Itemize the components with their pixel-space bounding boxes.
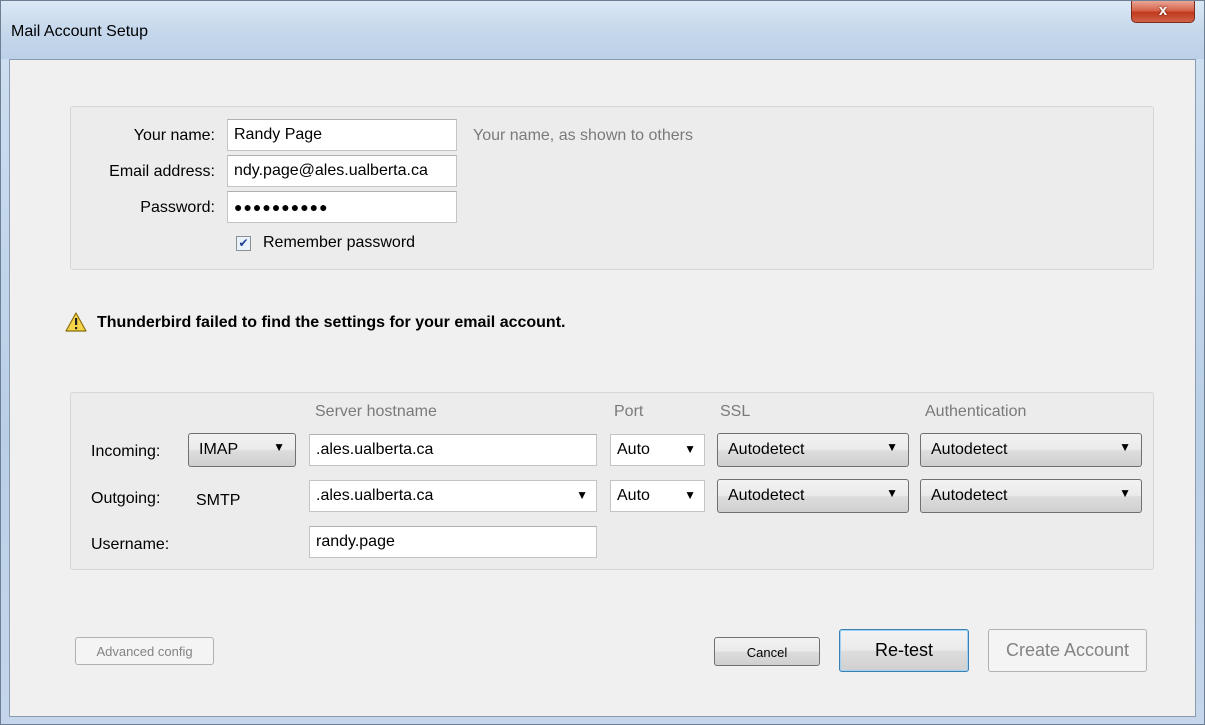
incoming-protocol-dropdown[interactable]: IMAP ▼ [188,433,296,467]
title-bar[interactable]: Mail Account Setup x [1,1,1204,59]
identity-group: Your name: Randy Page Your name, as show… [70,106,1154,270]
create-account-button[interactable]: Create Account [988,629,1147,672]
outgoing-protocol: SMTP [196,492,241,509]
outgoing-label: Outgoing: [91,490,161,507]
warning-icon [65,312,87,332]
chevron-down-icon: ▼ [1119,440,1131,454]
chevron-down-icon: ▼ [886,440,898,454]
outgoing-auth-dropdown[interactable]: Autodetect ▼ [920,479,1142,513]
header-authentication: Authentication [925,403,1027,420]
chevron-down-icon: ▼ [684,442,696,456]
chevron-down-icon: ▼ [684,488,696,502]
your-name-label: Your name: [133,127,215,144]
incoming-auth-dropdown[interactable]: Autodetect ▼ [920,433,1142,467]
username-label: Username: [91,536,170,553]
advanced-config-button[interactable]: Advanced config [75,637,214,665]
chevron-down-icon: ▼ [1119,486,1131,500]
email-address-label: Email address: [109,163,215,180]
incoming-auth-value: Autodetect [931,441,1008,458]
outgoing-port-value: Auto [617,487,650,504]
outgoing-hostname-combo[interactable]: .ales.ualberta.ca ▼ [309,480,597,512]
incoming-hostname-field[interactable]: .ales.ualberta.ca [309,434,597,466]
retest-button[interactable]: Re-test [839,629,969,672]
dialog-body: Your name: Randy Page Your name, as show… [9,59,1196,717]
warning-message: Thunderbird failed to find the settings … [97,314,566,331]
incoming-port-value: Auto [617,441,650,458]
header-ssl: SSL [720,403,751,420]
chevron-down-icon: ▼ [273,440,285,454]
password-field[interactable]: ●●●●●●●●●● [227,191,457,223]
chevron-down-icon: ▼ [886,486,898,500]
outgoing-ssl-value: Autodetect [728,487,805,504]
incoming-label: Incoming: [91,443,161,460]
outgoing-hostname-value: .ales.ualberta.ca [316,487,434,504]
mail-account-setup-window: Mail Account Setup x Your name: Randy Pa… [0,0,1205,725]
incoming-protocol-value: IMAP [199,441,239,458]
window-title: Mail Account Setup [11,23,148,40]
server-settings-group: Server hostname Port SSL Authentication … [70,392,1154,570]
incoming-ssl-value: Autodetect [728,441,805,458]
email-address-field[interactable]: ndy.page@ales.ualberta.ca [227,155,457,187]
your-name-field[interactable]: Randy Page [227,119,457,151]
chevron-down-icon: ▼ [576,488,588,502]
header-port: Port [614,403,644,420]
outgoing-port-combo[interactable]: Auto ▼ [610,480,705,512]
outgoing-ssl-dropdown[interactable]: Autodetect ▼ [717,479,909,513]
remember-password-label[interactable]: Remember password [263,234,415,252]
header-server-hostname: Server hostname [315,403,437,420]
outgoing-auth-value: Autodetect [931,487,1008,504]
remember-password-checkbox[interactable]: ✔ [236,236,251,251]
password-label: Password: [140,199,215,216]
your-name-hint: Your name, as shown to others [473,127,693,144]
cancel-button[interactable]: Cancel [714,637,820,666]
checkmark-icon: ✔ [238,236,249,250]
incoming-ssl-dropdown[interactable]: Autodetect ▼ [717,433,909,467]
close-button[interactable]: x [1131,1,1195,23]
username-field[interactable]: randy.page [309,526,597,558]
incoming-port-combo[interactable]: Auto ▼ [610,434,705,466]
